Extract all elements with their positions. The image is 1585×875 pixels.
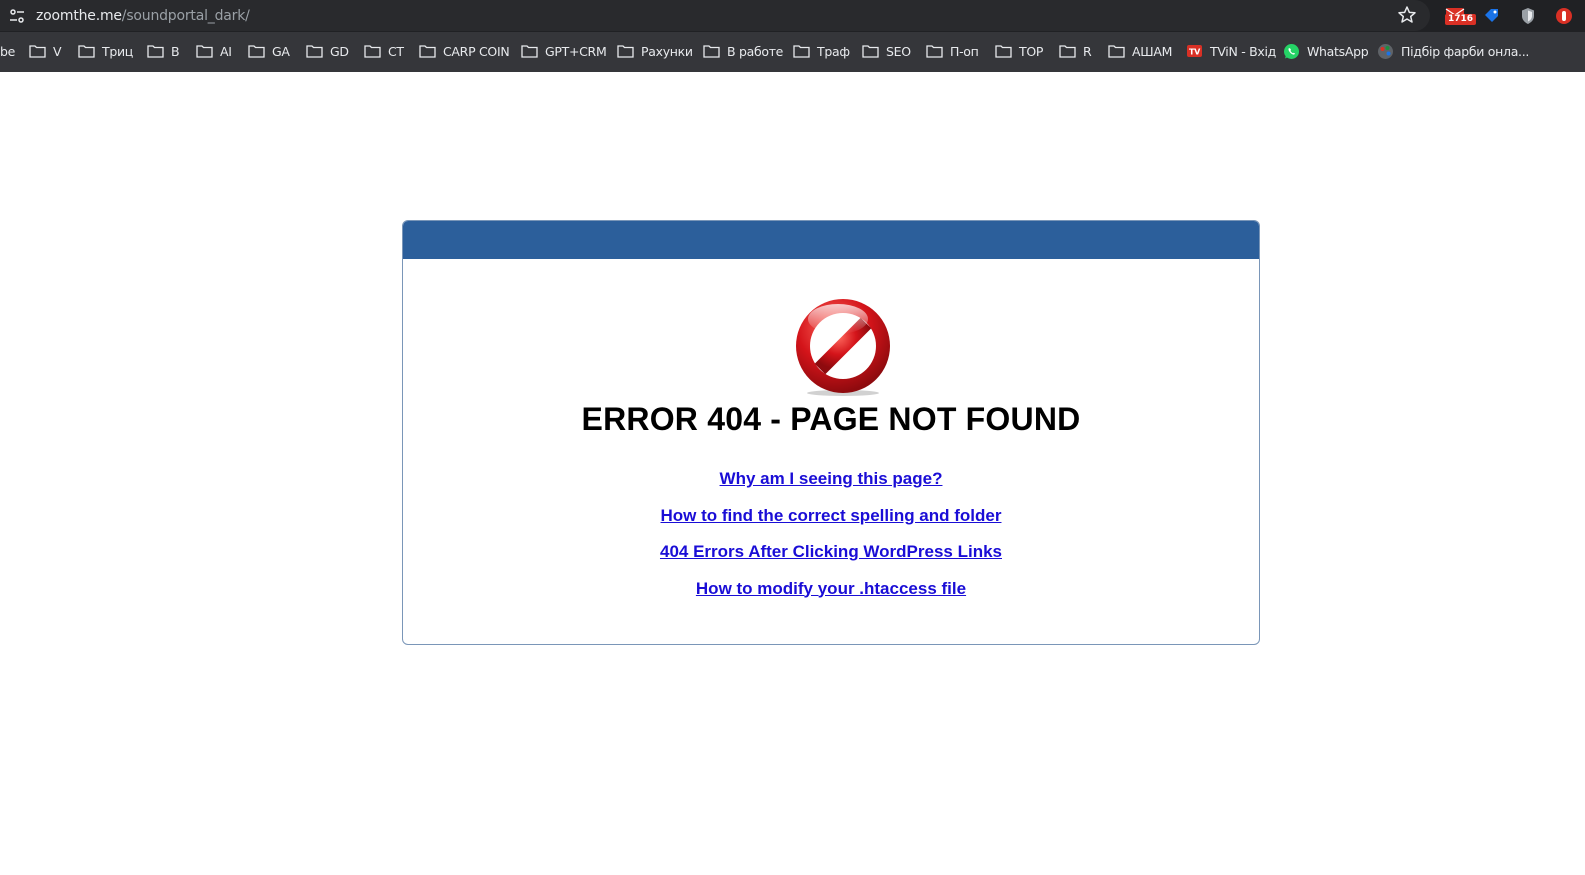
error-title: ERROR 404 - PAGE NOT FOUND	[581, 401, 1081, 437]
bookmark-label: SEO	[886, 43, 911, 59]
bookmark-label: WhatsApp	[1307, 43, 1369, 59]
bookmark-label: GPT+CRM	[545, 43, 607, 59]
tvin-icon: TV	[1187, 45, 1202, 57]
bookmark-folder[interactable]: GD	[306, 36, 349, 66]
bookmark-label: GA	[272, 43, 290, 59]
bookmark-label: Підбір фарби онла...	[1401, 43, 1530, 59]
bookmark-star-icon[interactable]	[1397, 5, 1417, 25]
bookmark-folder[interactable]: АШАМ	[1108, 36, 1172, 66]
bookmark-folder[interactable]: В работе	[703, 36, 783, 66]
url-text[interactable]: zoomthe.me/soundportal_dark/	[36, 7, 250, 25]
bookmark-label: be	[0, 43, 16, 59]
bookmark-folder[interactable]: Триц	[78, 36, 133, 66]
bookmark-folder[interactable]: V	[29, 36, 62, 66]
extension-badge: 1716	[1445, 14, 1477, 25]
whatsapp-icon	[1284, 43, 1299, 59]
bookmark-label: GD	[330, 43, 349, 59]
bookmark-folder[interactable]: GPT+CRM	[521, 36, 607, 66]
link-modify-htaccess[interactable]: How to modify your .htaccess file	[403, 579, 1259, 599]
folder-icon	[306, 45, 323, 58]
bookmark-folder[interactable]: AI	[196, 36, 232, 66]
folder-icon	[29, 45, 46, 58]
error-card: ERROR 404 - PAGE NOT FOUND Why am I seei…	[402, 220, 1260, 645]
folder-icon	[793, 45, 810, 58]
bookmark-folder[interactable]: B	[147, 36, 180, 66]
bookmark-label: Траф	[817, 43, 850, 59]
bookmark-folder[interactable]: GA	[248, 36, 290, 66]
bookmark-item[interactable]: TV TViN - Вхід	[1186, 36, 1276, 66]
folder-icon	[196, 45, 213, 58]
folder-icon	[364, 45, 381, 58]
tag-extension-icon[interactable]	[1481, 5, 1503, 27]
bookmark-folder[interactable]: SEO	[862, 36, 911, 66]
red-extension-icon[interactable]	[1553, 5, 1575, 27]
bookmark-label: АШАМ	[1132, 43, 1173, 59]
folder-icon	[248, 45, 265, 58]
bookmark-folder[interactable]: CT	[364, 36, 404, 66]
shield-extension-icon[interactable]	[1517, 5, 1539, 27]
bookmark-folder[interactable]: CARP COIN	[419, 36, 510, 66]
folder-icon	[703, 45, 720, 58]
help-links: Why am I seeing this page? How to find t…	[403, 469, 1259, 615]
folder-icon	[419, 45, 436, 58]
bookmark-label: AI	[220, 43, 232, 59]
address-bar: zoomthe.me/soundportal_dark/ 1716	[0, 0, 1585, 32]
bookmark-label: B	[171, 43, 180, 59]
prohibited-icon	[796, 299, 890, 396]
bookmark-item[interactable]: WhatsApp	[1283, 36, 1369, 66]
link-why-seeing-page[interactable]: Why am I seeing this page?	[403, 469, 1259, 489]
card-header	[403, 221, 1259, 259]
url-path: /soundportal_dark/	[121, 8, 250, 24]
folder-icon	[862, 45, 879, 58]
folder-icon	[147, 45, 164, 58]
svg-text:TV: TV	[1189, 48, 1201, 57]
bookmark-folder[interactable]: Траф	[793, 36, 850, 66]
bookmark-item[interactable]: be	[0, 36, 15, 66]
link-correct-spelling[interactable]: How to find the correct spelling and fol…	[403, 506, 1259, 526]
bookmark-label: R	[1083, 43, 1092, 59]
bookmark-label: CT	[388, 43, 404, 59]
bookmark-item[interactable]: Підбір фарби онла...	[1377, 36, 1529, 66]
folder-icon	[926, 45, 943, 58]
bookmark-label: В работе	[727, 43, 784, 59]
folder-icon	[995, 45, 1012, 58]
folder-icon	[1059, 45, 1076, 58]
bookmark-label: V	[53, 43, 62, 59]
url-host: zoomthe.me	[36, 8, 122, 24]
bookmark-folder[interactable]: Рахунки	[617, 36, 693, 66]
folder-icon	[521, 45, 538, 58]
bookmark-folder[interactable]: П-оп	[926, 36, 979, 66]
folder-icon	[78, 45, 95, 58]
bookmark-label: Рахунки	[641, 43, 693, 59]
bookmark-label: Триц	[102, 43, 134, 59]
bookmark-label: TViN - Вхід	[1210, 43, 1276, 59]
link-wordpress-404[interactable]: 404 Errors After Clicking WordPress Link…	[403, 542, 1259, 562]
bookmark-label: П-оп	[950, 43, 979, 59]
folder-icon	[617, 45, 634, 58]
browser-chrome: zoomthe.me/soundportal_dark/ 1716 be V Т…	[0, 0, 1585, 72]
palette-icon	[1378, 43, 1393, 59]
bookmarks-bar: be V Триц B AI GA GD CT CARP COIN GPT+CR…	[0, 36, 1585, 66]
bookmark-label: CARP COIN	[443, 43, 510, 59]
site-info-icon[interactable]	[8, 7, 26, 25]
folder-icon	[1108, 45, 1125, 58]
bookmark-folder[interactable]: TOP	[995, 36, 1043, 66]
bookmark-folder[interactable]: R	[1059, 36, 1092, 66]
omnibox[interactable]: zoomthe.me/soundportal_dark/	[0, 0, 1430, 31]
bookmark-label: TOP	[1019, 43, 1044, 59]
